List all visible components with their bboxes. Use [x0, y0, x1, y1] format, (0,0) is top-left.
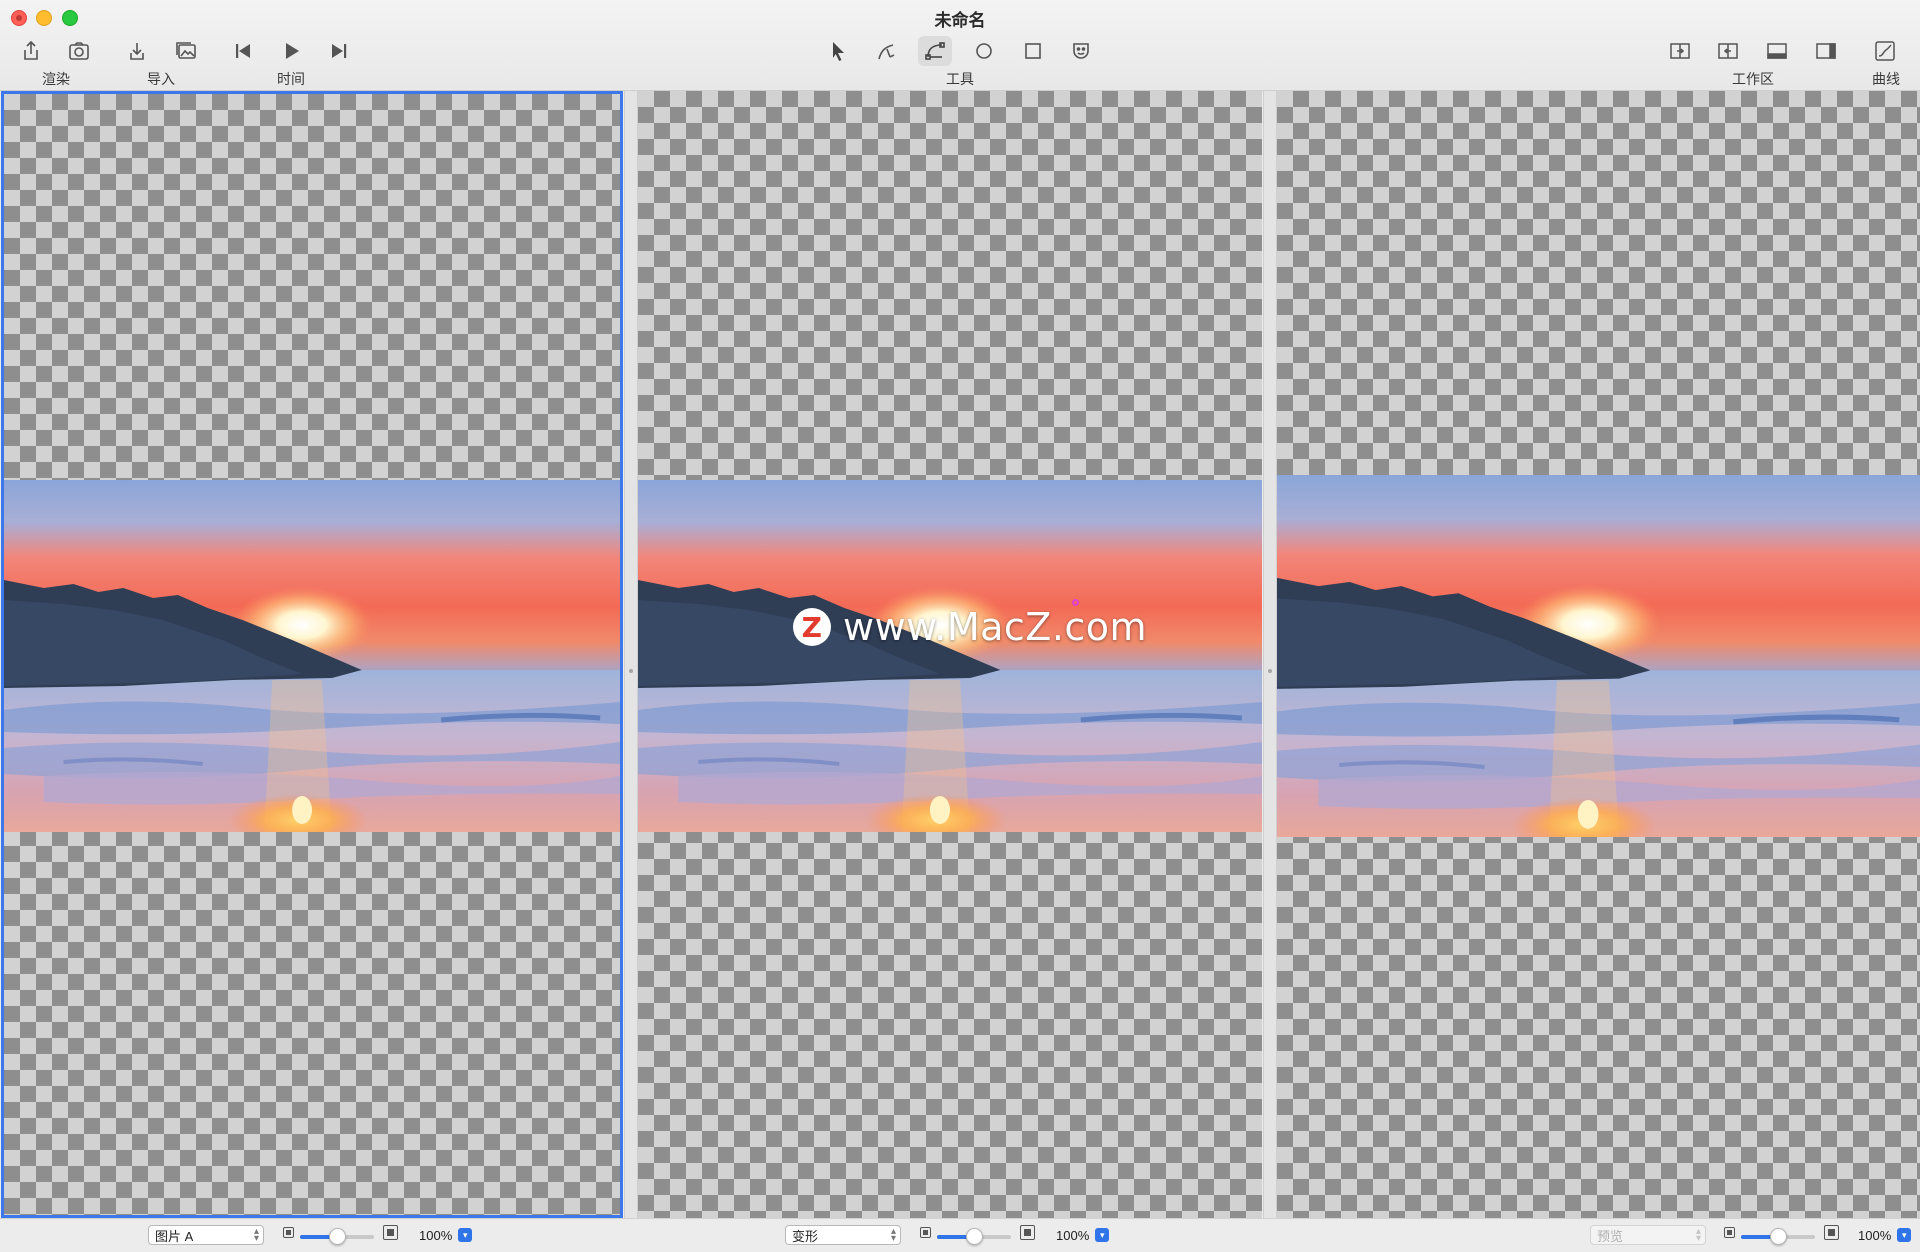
- pen-icon: [878, 44, 895, 60]
- morph-select[interactable]: 变形 ▴ ▾: [785, 1225, 901, 1245]
- rectangle-tool[interactable]: [1016, 36, 1050, 66]
- render-label: 渲染: [42, 71, 70, 87]
- right-panel-icon: [1816, 43, 1836, 59]
- preview-select-value: 预览: [1597, 1229, 1624, 1244]
- sunset-image: [4, 480, 620, 832]
- control-point[interactable]: [1072, 599, 1079, 606]
- pointer-tool[interactable]: [821, 36, 855, 66]
- import-button[interactable]: [120, 36, 154, 66]
- zoom-in-icon[interactable]: [1824, 1225, 1839, 1240]
- bottom-bar: 图片 A ▴ ▾ 100% ▾ 变形 ▴ ▾ 100% ▾ 预览 ▴ ▾ 100…: [0, 1218, 1920, 1252]
- chevron-updown-icon: ▴ ▾: [253, 1226, 259, 1244]
- zoom-in-icon[interactable]: [1020, 1225, 1035, 1240]
- face-tool[interactable]: [1064, 36, 1098, 66]
- image-select-value: 图片 A: [155, 1229, 194, 1244]
- skip-forward-icon: [332, 44, 347, 58]
- watermark: Z www.MacZ.com: [793, 605, 1147, 649]
- share-button[interactable]: [14, 36, 48, 66]
- morph-select-value: 变形: [792, 1229, 819, 1244]
- bezier-tool[interactable]: [918, 36, 952, 66]
- pane-divider-left[interactable]: [624, 91, 638, 1218]
- import-label: 导入: [147, 71, 175, 87]
- sunset-image: [1277, 475, 1920, 837]
- watermark-text: www.MacZ.com: [843, 605, 1148, 649]
- face-icon: [1073, 43, 1089, 59]
- sunset-image: [638, 480, 1262, 832]
- preview-select: 预览 ▴ ▾: [1590, 1225, 1706, 1245]
- play-icon: [286, 43, 299, 59]
- chevron-updown-icon: ▴ ▾: [1695, 1226, 1701, 1244]
- left-zoom-slider[interactable]: [300, 1228, 374, 1245]
- workspace-label: 工作区: [1732, 71, 1774, 87]
- tools-label: 工具: [946, 71, 974, 87]
- left-zoom-value: 100%: [419, 1227, 453, 1243]
- render-button[interactable]: [62, 36, 96, 66]
- chevron-down-icon[interactable]: ▾: [1095, 1228, 1110, 1242]
- zoom-out-icon[interactable]: [1724, 1227, 1735, 1238]
- camera-icon: [69, 42, 89, 60]
- zoom-in-icon[interactable]: [383, 1225, 398, 1240]
- curve-button[interactable]: [1868, 36, 1902, 66]
- zoom-out-icon[interactable]: [283, 1227, 294, 1238]
- skip-forward-button[interactable]: [322, 36, 356, 66]
- bottom-panel-button[interactable]: [1760, 36, 1794, 66]
- time-label: 时间: [277, 71, 305, 87]
- skip-back-button[interactable]: [226, 36, 260, 66]
- window-title: 未命名: [934, 11, 986, 30]
- rectangle-icon: [1025, 43, 1041, 59]
- pane-divider-right[interactable]: [1263, 91, 1277, 1218]
- center-zoom-slider-knob[interactable]: [966, 1228, 983, 1245]
- preview-pane[interactable]: [1277, 91, 1920, 1218]
- workspace-split-button[interactable]: [1663, 36, 1697, 66]
- left-zoom-slider-knob[interactable]: [329, 1228, 346, 1245]
- left-zoom-field[interactable]: 100% ▾: [419, 1225, 473, 1245]
- pointer-icon: [833, 42, 844, 61]
- skip-back-icon: [236, 44, 250, 58]
- chevron-down-icon[interactable]: ▾: [458, 1228, 473, 1242]
- workspace-merge-icon: [1718, 43, 1738, 59]
- play-button[interactable]: [274, 36, 308, 66]
- workspace-merge-button[interactable]: [1711, 36, 1745, 66]
- image-a-pane[interactable]: [1, 91, 623, 1218]
- right-zoom-slider-knob[interactable]: [1770, 1228, 1787, 1245]
- titlebar: 未命名 渲染 导入 时间 工具 工作区 曲线: [0, 0, 1920, 91]
- right-zoom-field[interactable]: 100% ▾: [1858, 1225, 1912, 1245]
- ellipse-icon: [976, 43, 992, 59]
- chevron-updown-icon: ▴ ▾: [890, 1226, 896, 1244]
- workspace-split-icon: [1670, 43, 1690, 59]
- watermark-logo: Z: [793, 608, 831, 646]
- bottom-panel-icon: [1767, 43, 1787, 59]
- share-icon: [24, 40, 38, 60]
- curve-label: 曲线: [1872, 71, 1900, 87]
- center-zoom-slider[interactable]: [937, 1228, 1011, 1245]
- app-window: 未命名 渲染 导入 时间 工具 工作区 曲线 Z www.MacZ.com 图片…: [0, 0, 1920, 1252]
- right-zoom-slider[interactable]: [1741, 1228, 1815, 1245]
- bezier-icon: [925, 42, 945, 60]
- center-zoom-field[interactable]: 100% ▾: [1056, 1225, 1110, 1245]
- import-icon: [130, 43, 144, 60]
- zoom-out-icon[interactable]: [920, 1227, 931, 1238]
- pen-tool[interactable]: [870, 36, 904, 66]
- ellipse-tool[interactable]: [967, 36, 1001, 66]
- right-panel-button[interactable]: [1809, 36, 1843, 66]
- curve-icon: [1875, 41, 1895, 61]
- right-zoom-value: 100%: [1858, 1227, 1892, 1243]
- center-zoom-value: 100%: [1056, 1227, 1090, 1243]
- import-image-button[interactable]: [169, 36, 203, 66]
- chevron-down-icon[interactable]: ▾: [1897, 1228, 1912, 1242]
- image-select[interactable]: 图片 A ▴ ▾: [148, 1225, 264, 1245]
- morph-pane[interactable]: Z www.MacZ.com: [638, 91, 1262, 1218]
- image-icon: [176, 42, 196, 59]
